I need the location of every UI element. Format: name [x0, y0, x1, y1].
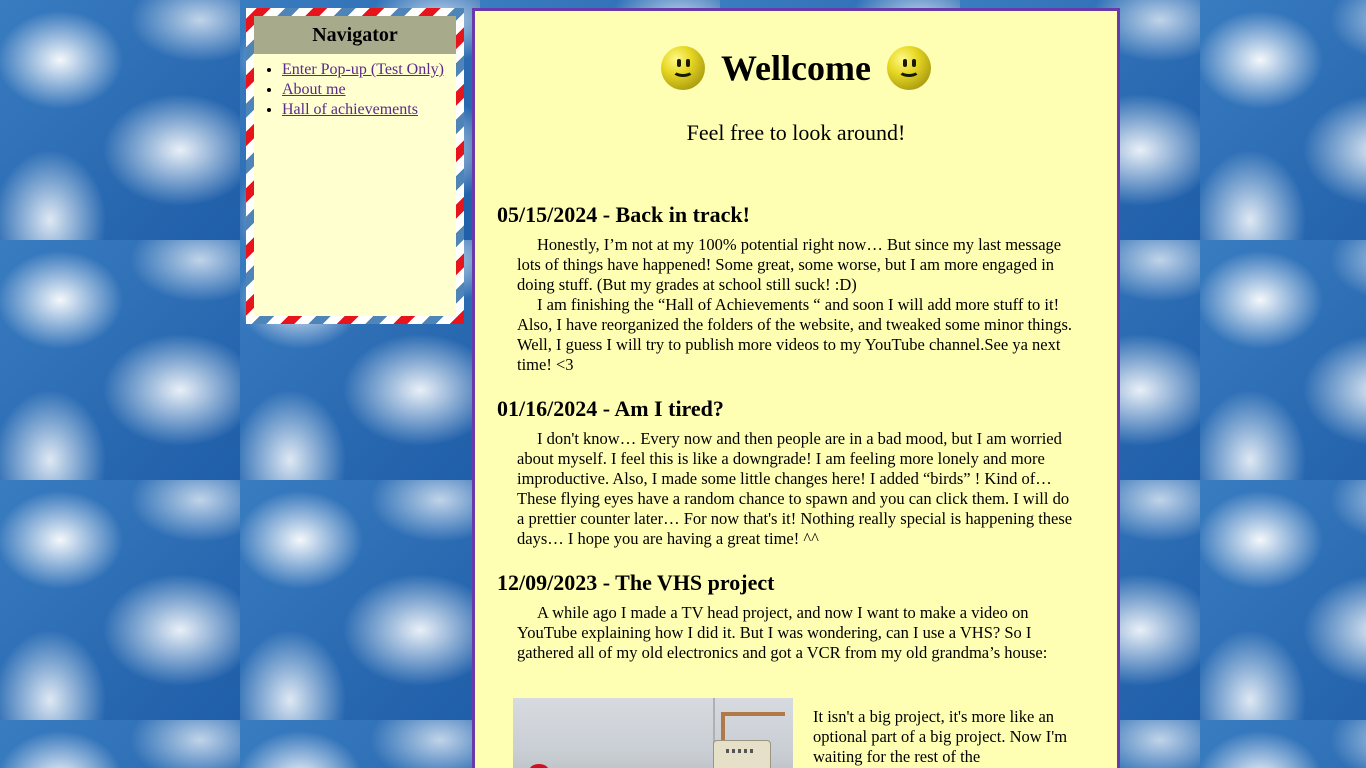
page-subtitle: Feel free to look around! [686, 120, 906, 145]
smiley-icon [661, 46, 706, 90]
photo-side-text: It isn't a big project, it's more like a… [813, 707, 1068, 766]
post-body: Honestly, I’m not at my 100% potential r… [517, 235, 1077, 375]
post-paragraph: A while ago I made a TV head project, an… [517, 603, 1048, 662]
navigator-panel: Navigator Enter Pop-up (Test Only) About… [246, 8, 464, 324]
navigator-inner: Navigator Enter Pop-up (Test Only) About… [254, 16, 456, 316]
nav-item-popup: Enter Pop-up (Test Only) [282, 60, 456, 80]
nav-link-popup[interactable]: Enter Pop-up (Test Only) [282, 61, 444, 78]
main-panel: Wellcome Feel free to look around! 05/15… [472, 8, 1120, 768]
nav-link-about[interactable]: About me [282, 81, 346, 98]
nav-item-hall: Hall of achievements [282, 100, 456, 120]
post-paragraph: I am finishing the “Hall of Achievements… [517, 295, 1073, 374]
welcome-header: Wellcome [475, 43, 1117, 93]
post-title: 12/09/2023 - The VHS project [497, 570, 775, 595]
post-paragraph: I don't know… Every now and then people … [517, 429, 1073, 548]
post-title: 01/16/2024 - Am I tired? [497, 396, 724, 421]
navigator-title: Navigator [254, 16, 456, 54]
smiley-icon [886, 46, 931, 90]
vcr-device [713, 740, 771, 768]
blog-post: 01/16/2024 - Am I tired? I don't know… E… [497, 395, 1077, 549]
navigator-links: Enter Pop-up (Test Only) About me Hall o… [254, 60, 456, 120]
post-title: 05/15/2024 - Back in track! [497, 202, 750, 227]
nav-link-hall-of-achievements[interactable]: Hall of achievements [282, 101, 418, 118]
blog-post: 05/15/2024 - Back in track! Honestly, I’… [497, 201, 1077, 375]
post-body: I don't know… Every now and then people … [517, 429, 1077, 549]
vcr-photo [513, 698, 793, 768]
blog-post: 12/09/2023 - The VHS project A while ago… [497, 569, 1077, 663]
post-body: A while ago I made a TV head project, an… [517, 603, 1077, 663]
page-title: Wellcome [721, 48, 871, 88]
post-paragraph: Honestly, I’m not at my 100% potential r… [517, 235, 1062, 294]
nav-item-about: About me [282, 80, 456, 100]
